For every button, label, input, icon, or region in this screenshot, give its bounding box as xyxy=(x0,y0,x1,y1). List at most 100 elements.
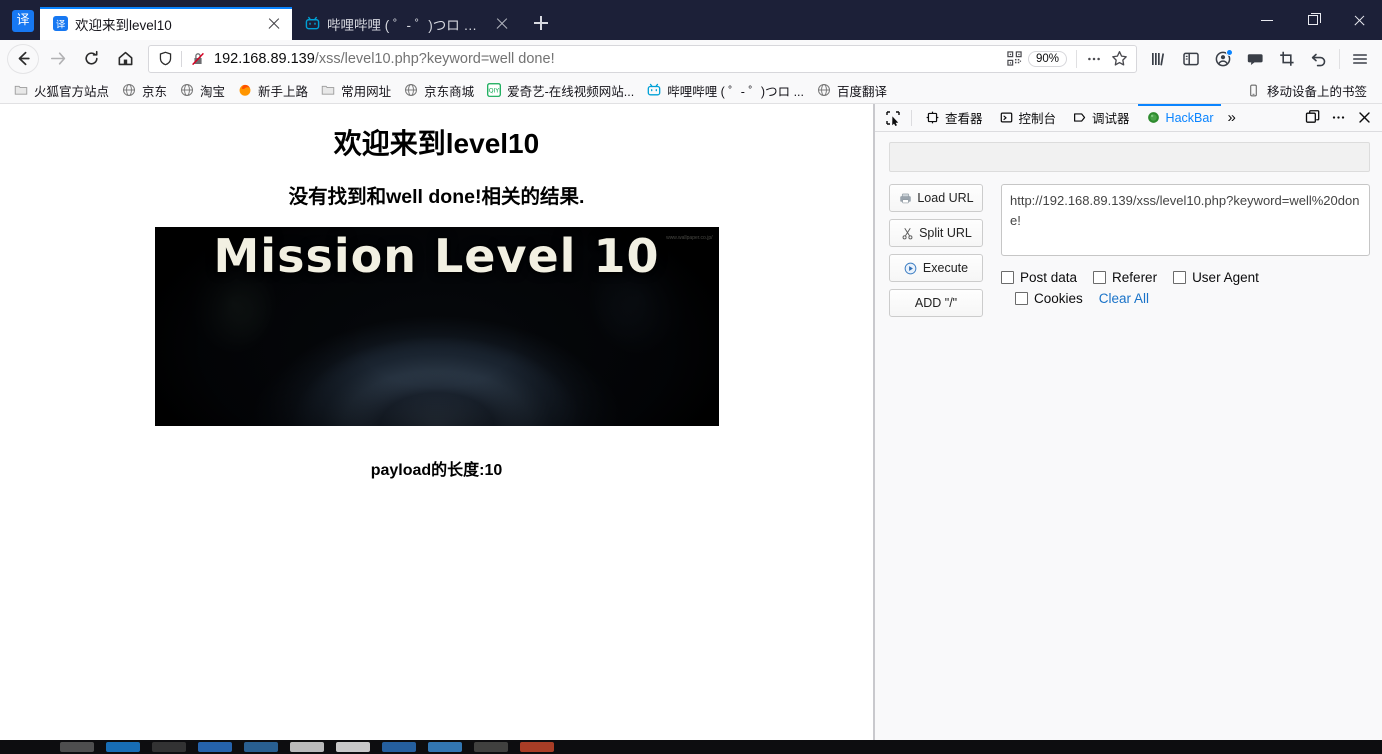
bookmark-item-5[interactable]: 京东商城 xyxy=(398,79,479,102)
zoom-level-badge[interactable]: 90% xyxy=(1028,51,1067,67)
checkbox-label: User Agent xyxy=(1192,270,1259,285)
account-icon[interactable] xyxy=(1207,44,1239,74)
bookmark-item-3[interactable]: 新手上路 xyxy=(232,79,313,102)
devtools-divider xyxy=(911,110,912,126)
mobile-bookmarks-item[interactable]: 移动设备上的书签 xyxy=(1241,79,1372,102)
add-slash-button[interactable]: ADD "/" xyxy=(889,289,983,317)
tracking-protection-shield-icon[interactable] xyxy=(156,50,174,68)
close-tab-icon[interactable] xyxy=(492,14,512,34)
tab-inspector[interactable]: 查看器 xyxy=(917,104,991,131)
split-url-button[interactable]: Split URL xyxy=(889,219,983,247)
screenshot-crop-icon[interactable] xyxy=(1271,44,1303,74)
maximize-restore-button[interactable] xyxy=(1290,4,1336,36)
taskbar-item[interactable] xyxy=(60,742,94,752)
svg-text:译: 译 xyxy=(55,19,65,30)
bookmark-label: 京东商城 xyxy=(424,81,474,100)
tab-debugger[interactable]: 调试器 xyxy=(1064,104,1138,131)
load-url-icon xyxy=(898,191,912,205)
bookmark-item-0[interactable]: 火狐官方站点 xyxy=(8,79,114,102)
button-label: Load URL xyxy=(917,191,973,205)
close-window-button[interactable] xyxy=(1336,4,1382,36)
execute-button[interactable]: Execute xyxy=(889,254,983,282)
hackbar-url-textarea[interactable]: http://192.168.89.139/xss/level10.php?ke… xyxy=(1001,184,1370,256)
url-text[interactable]: 192.168.89.139/xss/level10.php?keyword=w… xyxy=(214,51,1005,67)
inspector-icon xyxy=(925,110,940,125)
app-menu-icon[interactable] xyxy=(1344,44,1376,74)
navigation-toolbar: 192.168.89.139/xss/level10.php?keyword=w… xyxy=(0,40,1382,77)
dock-layout-icon[interactable] xyxy=(1299,105,1325,131)
windows-taskbar xyxy=(0,740,1382,754)
close-tab-icon[interactable] xyxy=(264,14,284,34)
tab-title: 欢迎来到level10 xyxy=(75,14,254,34)
library-icon[interactable] xyxy=(1143,44,1175,74)
translate-icon: 译 xyxy=(52,16,68,32)
url-path: /xss/level10.php?keyword=well done! xyxy=(315,51,555,67)
user-agent-checkbox[interactable]: User Agent xyxy=(1173,270,1259,285)
url-bar[interactable]: 192.168.89.139/xss/level10.php?keyword=w… xyxy=(148,45,1137,73)
firefox-icon xyxy=(237,82,253,98)
home-button[interactable] xyxy=(109,44,141,74)
taskbar-item[interactable] xyxy=(198,742,232,752)
sidebar-icon[interactable] xyxy=(1175,44,1207,74)
bookmark-item-4[interactable]: 常用网址 xyxy=(315,79,396,102)
element-picker-icon[interactable] xyxy=(879,105,906,131)
reload-button[interactable] xyxy=(75,44,107,74)
taskbar-item[interactable] xyxy=(152,742,186,752)
new-tab-button[interactable] xyxy=(526,8,556,38)
back-button[interactable] xyxy=(7,44,39,74)
title-bar: 译 译 欢迎来到level10 xyxy=(0,0,1382,40)
close-devtools-icon[interactable] xyxy=(1351,105,1377,131)
page-actions-ellipsis-icon[interactable] xyxy=(1082,47,1106,71)
checkbox-box[interactable] xyxy=(1015,292,1028,305)
globe-icon xyxy=(816,82,832,98)
search-result-message: 没有找到和well done!相关的结果. xyxy=(0,180,873,209)
bookmark-star-icon[interactable] xyxy=(1106,47,1132,71)
devtools-overflow-button[interactable]: » xyxy=(1221,109,1241,126)
taskbar-item[interactable] xyxy=(290,742,324,752)
checkbox-label: Referer xyxy=(1112,270,1157,285)
taskbar-item[interactable] xyxy=(244,742,278,752)
minimize-button[interactable] xyxy=(1244,4,1290,36)
browser-tab-1[interactable]: 译 欢迎来到level10 xyxy=(40,7,292,40)
bookmark-label: 新手上路 xyxy=(258,81,308,100)
button-label: ADD "/" xyxy=(915,296,957,310)
post-data-checkbox[interactable]: Post data xyxy=(1001,270,1077,285)
cookies-checkbox[interactable]: Cookies xyxy=(1015,291,1083,306)
qr-code-icon[interactable] xyxy=(1005,49,1025,69)
devtools-toolbar: 查看器 控制台 调试器 xyxy=(875,104,1382,132)
taskbar-item[interactable] xyxy=(428,742,462,752)
mission-image-title-rest: Level 10 xyxy=(434,229,660,283)
bookmark-item-7[interactable]: 哔哩哔哩 ( ゜- ゜)つロ ... xyxy=(641,79,809,102)
taskbar-item[interactable] xyxy=(520,742,554,752)
tab-console[interactable]: 控制台 xyxy=(991,104,1065,131)
checkbox-box[interactable] xyxy=(1001,271,1014,284)
undo-icon[interactable] xyxy=(1303,44,1335,74)
execute-play-icon xyxy=(904,261,918,275)
globe-icon xyxy=(121,82,137,98)
chat-icon[interactable] xyxy=(1239,44,1271,74)
hackbar-url-area: http://192.168.89.139/xss/level10.php?ke… xyxy=(1001,184,1370,324)
clear-all-link[interactable]: Clear All xyxy=(1099,291,1149,306)
taskbar-item[interactable] xyxy=(336,742,370,752)
console-icon xyxy=(999,110,1014,125)
devtools-settings-ellipsis-icon[interactable] xyxy=(1325,105,1351,131)
toolbar-divider xyxy=(1339,49,1340,69)
bookmark-item-6[interactable]: iQIYI 爱奇艺-在线视频网站... xyxy=(481,79,639,102)
checkbox-box[interactable] xyxy=(1173,271,1186,284)
bookmark-item-2[interactable]: 淘宝 xyxy=(174,79,230,102)
taskbar-item[interactable] xyxy=(106,742,140,752)
globe-icon xyxy=(403,82,419,98)
button-label: Split URL xyxy=(919,226,972,240)
bookmark-item-8[interactable]: 百度翻译 xyxy=(811,79,892,102)
image-watermark: www.wallpaper.co.jp/ xyxy=(666,235,712,241)
load-url-button[interactable]: Load URL xyxy=(889,184,983,212)
translate-extension-icon[interactable]: 译 xyxy=(12,10,34,32)
insecure-connection-icon[interactable] xyxy=(189,50,207,68)
browser-tab-2[interactable]: 哔哩哔哩 ( ゜- ゜)つロ 干杯~-bi xyxy=(292,7,520,40)
tab-hackbar[interactable]: HackBar xyxy=(1138,104,1222,131)
taskbar-item[interactable] xyxy=(474,742,508,752)
taskbar-item[interactable] xyxy=(382,742,416,752)
referer-checkbox[interactable]: Referer xyxy=(1093,270,1157,285)
bookmark-item-1[interactable]: 京东 xyxy=(116,79,172,102)
checkbox-box[interactable] xyxy=(1093,271,1106,284)
